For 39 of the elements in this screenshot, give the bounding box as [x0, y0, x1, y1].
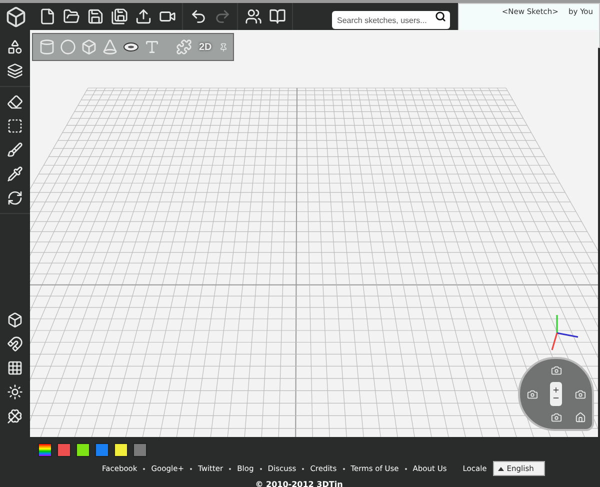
clover-icon[interactable]: [6, 407, 24, 425]
pipette-icon[interactable]: [6, 165, 24, 183]
shapes-icon[interactable]: [6, 38, 24, 56]
zoom-control[interactable]: [550, 382, 562, 406]
redo-icon[interactable]: [213, 8, 231, 26]
color-swatch[interactable]: [95, 443, 109, 457]
upload-icon[interactable]: [134, 8, 152, 26]
save-all-icon[interactable]: [110, 8, 128, 26]
color-swatch[interactable]: [133, 443, 147, 457]
sun-icon[interactable]: [6, 383, 24, 401]
grid-icon[interactable]: [6, 359, 24, 377]
color-swatch[interactable]: [57, 443, 71, 457]
copyright-text: © 2010-2012 3DTin: [254, 480, 344, 487]
camera-icon[interactable]: [550, 364, 562, 376]
home-icon[interactable]: [574, 412, 586, 424]
cube-icon[interactable]: [6, 311, 24, 329]
search-field[interactable]: Search sketches, users...: [332, 11, 450, 29]
help-book-icon[interactable]: [268, 8, 286, 26]
camera-icon[interactable]: [526, 388, 538, 400]
undo-icon[interactable]: [189, 8, 207, 26]
caret-icon: [498, 466, 504, 470]
selection-icon[interactable]: [6, 117, 24, 135]
color-swatch[interactable]: [114, 443, 128, 457]
camera-icon[interactable]: [550, 412, 562, 424]
rainbow-swatch[interactable]: [38, 443, 52, 457]
save-icon[interactable]: [86, 8, 104, 26]
refresh-icon[interactable]: [6, 189, 24, 207]
users-icon[interactable]: [244, 8, 262, 26]
axis-gizmo-icon: [551, 315, 578, 350]
open-folder-icon[interactable]: [62, 8, 80, 26]
color-swatch[interactable]: [76, 443, 90, 457]
camera-icon[interactable]: [574, 388, 586, 400]
brush-icon[interactable]: [6, 141, 24, 159]
layers-icon[interactable]: [6, 62, 24, 80]
new-file-icon[interactable]: [38, 8, 56, 26]
eraser-icon[interactable]: [6, 93, 24, 111]
magnet-icon[interactable]: [6, 335, 24, 353]
search-icon[interactable]: [435, 10, 446, 22]
plus-icon[interactable]: [552, 386, 560, 394]
